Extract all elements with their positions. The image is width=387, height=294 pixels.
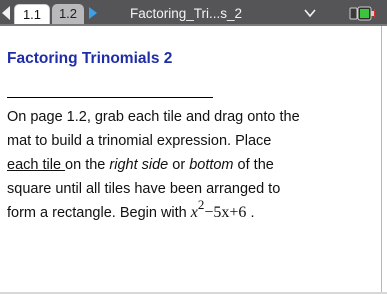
text-run: on the [65,157,110,173]
notes-page: Factoring Trinomials 2 On page 1.2, grab… [0,26,387,294]
paragraph-line: On page 1.2, grab each tile and drag ont… [7,109,300,125]
text-run: of the [233,157,274,173]
math-variable: x [190,204,198,221]
math-expression: −5x+6 [204,204,247,221]
tab-page-1-2[interactable]: 1.2 [52,4,84,24]
text-run: . [246,205,255,221]
scrollbar-track[interactable] [381,26,382,294]
battery-icon [349,6,375,21]
text-run: or [168,157,190,173]
underlined-text: each tile [7,157,66,173]
right-arrow-icon[interactable] [89,7,97,19]
tab-page-1-1[interactable]: 1.1 [14,4,50,24]
paragraph-line: square until all tiles have been arrange… [7,181,281,197]
math-exponent: 2 [197,197,205,212]
document-toolbar: 1.1 1.2 Factoring_Tri...s_2 [0,0,387,26]
left-arrow-icon[interactable] [2,6,10,20]
separator-line [7,97,213,98]
paragraph-line: form a rectangle. Begin with x2−5x+6 . [7,197,377,225]
italic-text: bottom [189,157,234,173]
paragraph-line: each tile on the right side or bottom of… [7,153,377,177]
paragraph-line: mat to build a trinomial expression. Pla… [7,133,272,149]
text-run: form a rectangle. Begin with [7,205,191,221]
chevron-down-icon[interactable] [304,8,316,18]
italic-text: right side [109,157,169,173]
document-title[interactable]: Factoring_Tri...s_2 [130,4,242,24]
page-heading: Factoring Trinomials 2 [7,50,173,67]
